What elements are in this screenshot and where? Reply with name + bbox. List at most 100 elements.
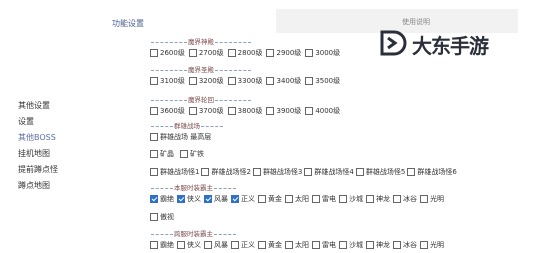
checkbox-unchecked[interactable] bbox=[266, 107, 275, 115]
checkbox-option[interactable]: 2600级 bbox=[150, 48, 185, 58]
checkbox-unchecked[interactable] bbox=[227, 77, 236, 85]
checkbox-option[interactable]: 3800级 bbox=[227, 106, 262, 116]
checkbox-option[interactable]: 风暴 bbox=[204, 240, 228, 250]
checkbox-unchecked[interactable] bbox=[285, 241, 293, 249]
checkbox-option[interactable]: 3300级 bbox=[227, 76, 262, 86]
checkbox-unchecked[interactable] bbox=[366, 241, 374, 249]
checkbox-unchecked[interactable] bbox=[188, 77, 197, 85]
checkbox-checked[interactable] bbox=[150, 195, 158, 203]
sidebar-item[interactable]: 其他BOSS bbox=[18, 130, 108, 146]
checkbox-option[interactable]: 神龙 bbox=[366, 194, 390, 204]
checkbox-option[interactable]: 神龙 bbox=[366, 240, 390, 250]
checkbox-option[interactable]: 沙城 bbox=[339, 240, 363, 250]
checkbox-option[interactable]: 群雄战场怪2 bbox=[201, 167, 251, 177]
checkbox-option[interactable]: 3000级 bbox=[305, 48, 340, 58]
checkbox-option[interactable]: 群雄战场 最高层 bbox=[150, 132, 211, 142]
checkbox-unchecked[interactable] bbox=[150, 150, 158, 158]
checkbox-unchecked[interactable] bbox=[304, 168, 313, 176]
checkbox-unchecked[interactable] bbox=[305, 77, 314, 85]
checkbox-option[interactable]: 雷电 bbox=[312, 194, 336, 204]
checkbox-option[interactable]: 正义 bbox=[231, 194, 255, 204]
checkbox-option[interactable]: 霸绝 bbox=[150, 240, 174, 250]
checkbox-option[interactable]: 沙城 bbox=[339, 194, 363, 204]
checkbox-unchecked[interactable] bbox=[252, 168, 261, 176]
checkbox-option[interactable]: 太阳 bbox=[285, 240, 309, 250]
checkbox-option[interactable]: 群雄战场怪4 bbox=[304, 167, 354, 177]
checkbox-option[interactable]: 3400级 bbox=[266, 76, 301, 86]
checkbox-option[interactable]: 3900级 bbox=[266, 106, 301, 116]
checkbox-option[interactable]: 3700级 bbox=[188, 106, 224, 116]
checkbox-unchecked[interactable] bbox=[393, 195, 401, 203]
checkbox-checked[interactable] bbox=[204, 195, 212, 203]
checkbox-option[interactable]: 黄金 bbox=[258, 240, 282, 250]
checkbox-unchecked[interactable] bbox=[285, 195, 293, 203]
sidebar-item[interactable]: 提前蹲点怪 bbox=[18, 162, 108, 178]
checkbox-option[interactable]: 3100级 bbox=[150, 76, 185, 86]
checkbox-unchecked[interactable] bbox=[312, 241, 320, 249]
checkbox-unchecked[interactable] bbox=[339, 241, 347, 249]
checkbox-unchecked[interactable] bbox=[227, 107, 236, 115]
checkbox-unchecked[interactable] bbox=[231, 241, 239, 249]
checkbox-option[interactable]: 雷电 bbox=[312, 240, 336, 250]
checkbox-option[interactable]: 光明 bbox=[420, 240, 444, 250]
checkbox-option[interactable]: 正义 bbox=[231, 240, 255, 250]
checkbox-checked[interactable] bbox=[177, 195, 185, 203]
checkbox-option[interactable]: 群雄战场怪5 bbox=[355, 167, 405, 177]
checkbox-unchecked[interactable] bbox=[339, 195, 347, 203]
checkbox-unchecked[interactable] bbox=[258, 195, 266, 203]
checkbox-unchecked[interactable] bbox=[188, 107, 197, 115]
checkbox-unchecked[interactable] bbox=[150, 213, 158, 221]
checkbox-unchecked[interactable] bbox=[150, 168, 158, 176]
checkbox-option[interactable]: 2700级 bbox=[188, 48, 224, 58]
checkbox-option[interactable]: 冰谷 bbox=[393, 194, 417, 204]
checkbox-unchecked[interactable] bbox=[420, 195, 428, 203]
checkbox-option[interactable]: 霸绝 bbox=[150, 194, 174, 204]
checkbox-unchecked[interactable] bbox=[204, 241, 212, 249]
checkbox-unchecked[interactable] bbox=[150, 77, 158, 85]
checkbox-unchecked[interactable] bbox=[305, 49, 314, 57]
checkbox-option[interactable]: 群雄战场怪6 bbox=[407, 167, 457, 177]
checkbox-unchecked[interactable] bbox=[201, 168, 210, 176]
checkbox-unchecked[interactable] bbox=[355, 168, 364, 176]
checkbox-option[interactable]: 2800级 bbox=[227, 48, 262, 58]
checkbox-unchecked[interactable] bbox=[266, 77, 275, 85]
checkbox-option[interactable]: 黄金 bbox=[258, 194, 282, 204]
checkbox-option[interactable]: 太阳 bbox=[285, 194, 309, 204]
checkbox-option[interactable]: 矿铁 bbox=[180, 149, 204, 159]
checkbox-unchecked[interactable] bbox=[150, 49, 158, 57]
checkbox-checked[interactable] bbox=[231, 195, 239, 203]
sidebar-item[interactable]: 挂机地图 bbox=[18, 146, 108, 162]
sidebar-item[interactable]: 其他设置 bbox=[18, 98, 108, 114]
checkbox-option[interactable]: 3200级 bbox=[188, 76, 224, 86]
checkbox-option[interactable]: 傲视 bbox=[150, 212, 174, 222]
checkbox-option[interactable]: 侠义 bbox=[177, 194, 201, 204]
checkbox-unchecked[interactable] bbox=[407, 168, 416, 176]
checkbox-unchecked[interactable] bbox=[312, 195, 320, 203]
checkbox-option[interactable]: 矿晶 bbox=[150, 149, 174, 159]
checkbox-option[interactable]: 风暴 bbox=[204, 194, 228, 204]
checkbox-unchecked[interactable] bbox=[227, 49, 236, 57]
checkbox-unchecked[interactable] bbox=[305, 107, 314, 115]
checkbox-unchecked[interactable] bbox=[150, 107, 158, 115]
checkbox-unchecked[interactable] bbox=[393, 241, 401, 249]
checkbox-unchecked[interactable] bbox=[258, 241, 266, 249]
checkbox-option[interactable]: 3500级 bbox=[305, 76, 340, 86]
checkbox-unchecked[interactable] bbox=[150, 241, 158, 249]
checkbox-unchecked[interactable] bbox=[266, 49, 275, 57]
sidebar-item[interactable]: 蹲点地图 bbox=[18, 178, 108, 194]
checkbox-option[interactable]: 群雄战场怪3 bbox=[252, 167, 302, 177]
checkbox-unchecked[interactable] bbox=[150, 133, 158, 141]
checkbox-option[interactable]: 侠义 bbox=[177, 240, 201, 250]
checkbox-unchecked[interactable] bbox=[420, 241, 428, 249]
checkbox-option[interactable]: 4000级 bbox=[305, 106, 340, 116]
checkbox-option[interactable]: 群雄战场怪1 bbox=[150, 167, 199, 177]
sidebar-item[interactable]: 设置 bbox=[18, 114, 108, 130]
checkbox-unchecked[interactable] bbox=[188, 49, 197, 57]
checkbox-option[interactable]: 3600级 bbox=[150, 106, 185, 116]
checkbox-option[interactable]: 光明 bbox=[420, 194, 444, 204]
checkbox-unchecked[interactable] bbox=[180, 150, 188, 158]
checkbox-option[interactable]: 2900级 bbox=[266, 48, 301, 58]
checkbox-unchecked[interactable] bbox=[177, 241, 185, 249]
checkbox-option[interactable]: 冰谷 bbox=[393, 240, 417, 250]
checkbox-unchecked[interactable] bbox=[366, 195, 374, 203]
